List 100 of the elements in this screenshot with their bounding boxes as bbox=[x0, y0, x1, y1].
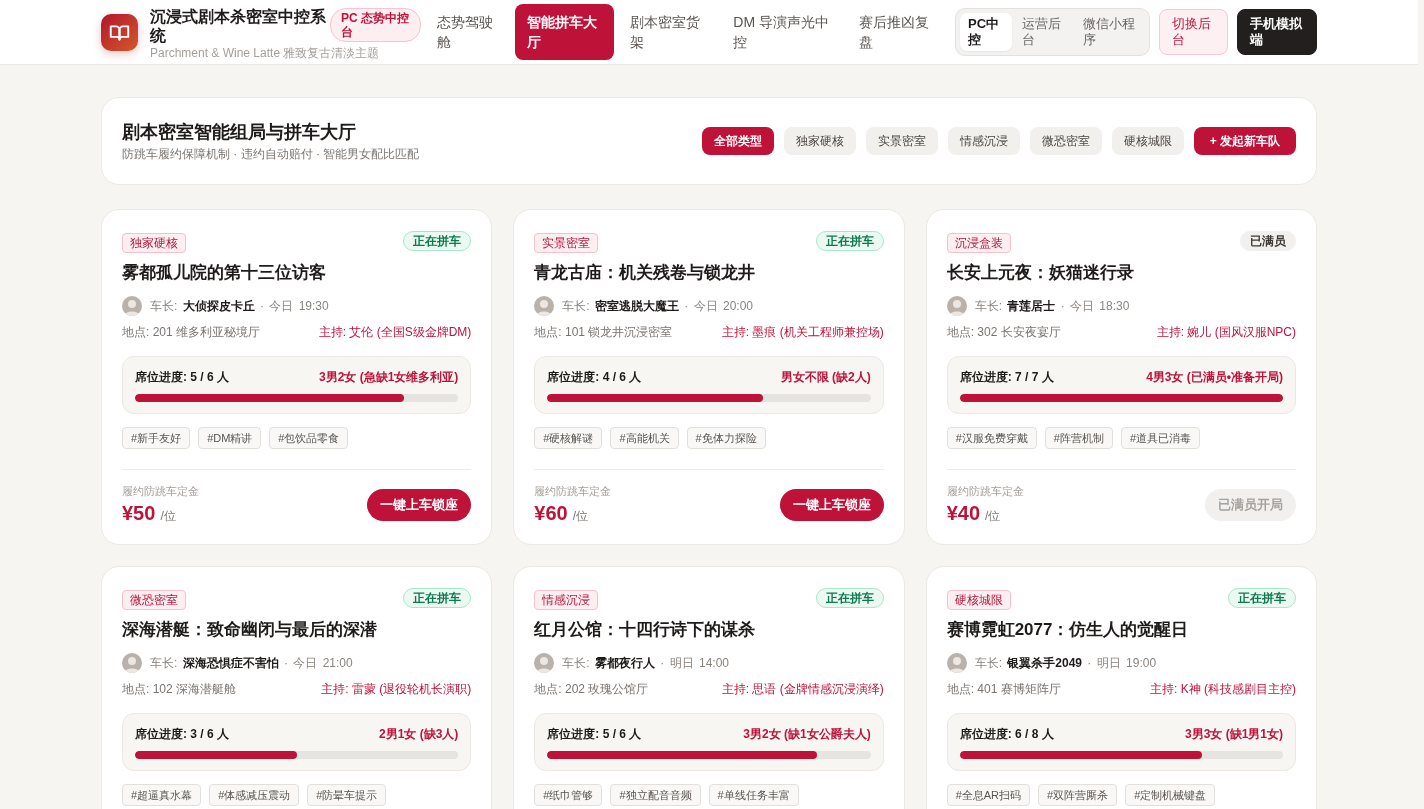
status-badge: 正在拼车 bbox=[1228, 588, 1296, 608]
script-title: 红月公馆：十四行诗下的谋杀 bbox=[534, 619, 757, 641]
script-title: 赛博霓虹2077：仿生人的觉醒日 bbox=[946, 619, 1190, 641]
host-text: 主持: 思语 (金牌情感沉浸演绎) bbox=[721, 681, 884, 698]
feature-tag: #硬核解谜 bbox=[534, 427, 603, 449]
location-text: 地点: 202 玫瑰公馆厅 bbox=[534, 681, 649, 698]
captain-info: 车长: 深海恐惧症不害怕 · 今日 21:00 bbox=[150, 655, 353, 672]
price-text: ¥50 bbox=[122, 501, 156, 525]
avatar-icon bbox=[534, 296, 555, 316]
captain-info: 车长: 雾都夜行人 · 明日 14:00 bbox=[562, 655, 730, 672]
hall-title: 剧本密室智能组局与拼车大厅 bbox=[122, 121, 357, 144]
captain-info: 车长: 大侦探皮卡丘 · 今日 19:30 bbox=[150, 298, 329, 315]
price-unit: /位 bbox=[160, 508, 176, 525]
feature-tag: #全息AR扫码 bbox=[946, 784, 1031, 806]
location-text: 地点: 302 长安夜宴厅 bbox=[946, 324, 1061, 341]
nav-tab[interactable]: DM 导演声光中控 bbox=[721, 4, 844, 60]
feature-tag: #纸巾管够 bbox=[534, 784, 603, 806]
gender-ratio-text: 2男1女 (缺3人) bbox=[378, 726, 459, 742]
gender-ratio-text: 3男3女 (缺1男1女) bbox=[1184, 726, 1283, 742]
feature-tag: #双阵营厮杀 bbox=[1038, 784, 1118, 806]
platform-tab[interactable]: 微信小程序 bbox=[1075, 13, 1145, 51]
host-text: 主持: 雷蒙 (退役轮机长演职) bbox=[321, 681, 472, 698]
filter-chip[interactable]: 独家硬核 bbox=[783, 127, 856, 155]
location-text: 地点: 401 赛博矩阵厅 bbox=[946, 681, 1061, 698]
status-badge: 正在拼车 bbox=[403, 588, 472, 608]
status-badge: 正在拼车 bbox=[815, 231, 884, 251]
gender-ratio-text: 3男2女 (缺1女公爵夫人) bbox=[743, 726, 871, 742]
captain-info: 车长: 密室逃脱大魔王 · 今日 20:00 bbox=[562, 298, 754, 315]
mode-badge: PC 态势中控台 bbox=[330, 8, 421, 42]
platform-tab[interactable]: 运营后台 bbox=[1014, 13, 1074, 51]
host-text: 主持: 婉儿 (国风汉服NPC) bbox=[1156, 324, 1296, 341]
feature-tag: #新手友好 bbox=[122, 427, 191, 449]
status-badge: 正在拼车 bbox=[815, 588, 884, 608]
nav-tab[interactable]: 剧本密室货架 bbox=[618, 4, 718, 60]
avatar-icon bbox=[122, 653, 142, 673]
progress-label: 席位进度: 5 / 6 人 bbox=[135, 369, 229, 385]
filter-chip[interactable]: 硬核城限 bbox=[1111, 127, 1184, 155]
host-text: 主持: K神 (科技感剧目主控) bbox=[1150, 681, 1296, 698]
theme-subtitle: Parchment & Wine Latte 雅致复古清淡主题 bbox=[150, 46, 381, 61]
location-text: 地点: 102 深海潜艇舱 bbox=[122, 681, 237, 698]
category-tag: 情感沉浸 bbox=[534, 590, 599, 610]
feature-tag: #体感减压震动 bbox=[209, 784, 300, 806]
progress-label: 席位进度: 6 / 8 人 bbox=[959, 726, 1054, 742]
gender-ratio-text: 男女不限 (缺2人) bbox=[780, 369, 871, 385]
category-tag: 硬核城限 bbox=[946, 590, 1011, 610]
feature-tag: #免体力探险 bbox=[686, 427, 766, 449]
filter-chip[interactable]: 实景密室 bbox=[865, 127, 938, 155]
feature-tag: #单线任务丰富 bbox=[708, 784, 799, 806]
feature-tag: #独立配音音频 bbox=[610, 784, 701, 806]
feature-tag: #定制机械键盘 bbox=[1125, 784, 1216, 806]
nav-tab[interactable]: 态势驾驶舱 bbox=[425, 4, 512, 60]
deposit-label: 履约防跳车定金 bbox=[122, 484, 199, 498]
nav-tab[interactable]: 赛后推凶复盘 bbox=[847, 4, 946, 60]
category-tag: 独家硬核 bbox=[122, 233, 186, 253]
script-title: 青龙古庙：机关残卷与锁龙井 bbox=[534, 262, 757, 284]
app-title: 沉浸式剧本杀密室中控系统 bbox=[150, 7, 327, 45]
progress-label: 席位进度: 5 / 6 人 bbox=[547, 726, 642, 742]
header-button[interactable]: 手机模拟端 bbox=[1237, 9, 1317, 55]
feature-tag: #汉服免费穿戴 bbox=[946, 427, 1037, 449]
join-button[interactable]: 一键上车锁座 bbox=[779, 488, 884, 521]
feature-tag: #防晕车提示 bbox=[307, 784, 387, 806]
feature-tag: #高能机关 bbox=[610, 427, 679, 449]
gender-ratio-text: 4男3女 (已满员•准备开局) bbox=[1146, 369, 1283, 385]
create-team-button[interactable]: + 发起新车队 bbox=[1193, 127, 1296, 155]
category-tag: 实景密室 bbox=[534, 233, 599, 253]
status-badge: 正在拼车 bbox=[403, 231, 472, 251]
platform-tab[interactable]: PC中控 bbox=[960, 13, 1013, 51]
join-button[interactable]: 一键上车锁座 bbox=[367, 488, 472, 521]
feature-tag: #道具已消毒 bbox=[1120, 427, 1201, 449]
script-title: 长安上元夜：妖猫迷行录 bbox=[946, 262, 1135, 284]
avatar-icon bbox=[946, 296, 967, 316]
price-unit: /位 bbox=[572, 508, 589, 525]
price-text: ¥60 bbox=[534, 501, 568, 525]
gender-ratio-text: 3男2女 (急缺1女维多利亚) bbox=[318, 369, 459, 385]
feature-tag: #包饮品零食 bbox=[269, 427, 349, 449]
header-button[interactable]: 切换后台 bbox=[1159, 9, 1228, 55]
category-tag: 沉浸盒装 bbox=[946, 233, 1011, 253]
host-text: 主持: 墨痕 (机关工程师兼控场) bbox=[721, 324, 884, 341]
location-text: 地点: 101 锁龙井沉浸密室 bbox=[534, 324, 673, 341]
category-tag: 微恐密室 bbox=[122, 590, 186, 610]
feature-tag: #阵营机制 bbox=[1044, 427, 1113, 449]
deposit-label: 履约防跳车定金 bbox=[534, 484, 612, 498]
status-badge: 已满员 bbox=[1240, 231, 1296, 251]
captain-info: 车长: 银翼杀手2049 · 明日 19:00 bbox=[974, 655, 1157, 672]
filter-chip[interactable]: 全部类型 bbox=[701, 127, 774, 155]
progress-label: 席位进度: 3 / 6 人 bbox=[135, 726, 229, 742]
feature-tag: #DM精讲 bbox=[198, 427, 262, 449]
host-text: 主持: 艾伦 (全国S级金牌DM) bbox=[318, 324, 472, 341]
deposit-label: 履约防跳车定金 bbox=[946, 484, 1024, 498]
feature-tag: #超逼真水幕 bbox=[122, 784, 202, 806]
progress-label: 席位进度: 4 / 6 人 bbox=[547, 369, 642, 385]
filter-chip[interactable]: 情感沉浸 bbox=[947, 127, 1020, 155]
progress-label: 席位进度: 7 / 7 人 bbox=[959, 369, 1054, 385]
filter-chip[interactable]: 微恐密室 bbox=[1029, 127, 1102, 155]
script-title: 深海潜艇：致命幽闭与最后的深潜 bbox=[122, 619, 378, 641]
price-unit: /位 bbox=[985, 508, 1001, 525]
location-text: 地点: 201 维多利亚秘境厅 bbox=[122, 324, 261, 341]
avatar-icon bbox=[122, 296, 142, 316]
nav-tab[interactable]: 智能拼车大厅 bbox=[515, 4, 615, 60]
script-title: 雾都孤儿院的第十三位访客 bbox=[122, 262, 327, 284]
